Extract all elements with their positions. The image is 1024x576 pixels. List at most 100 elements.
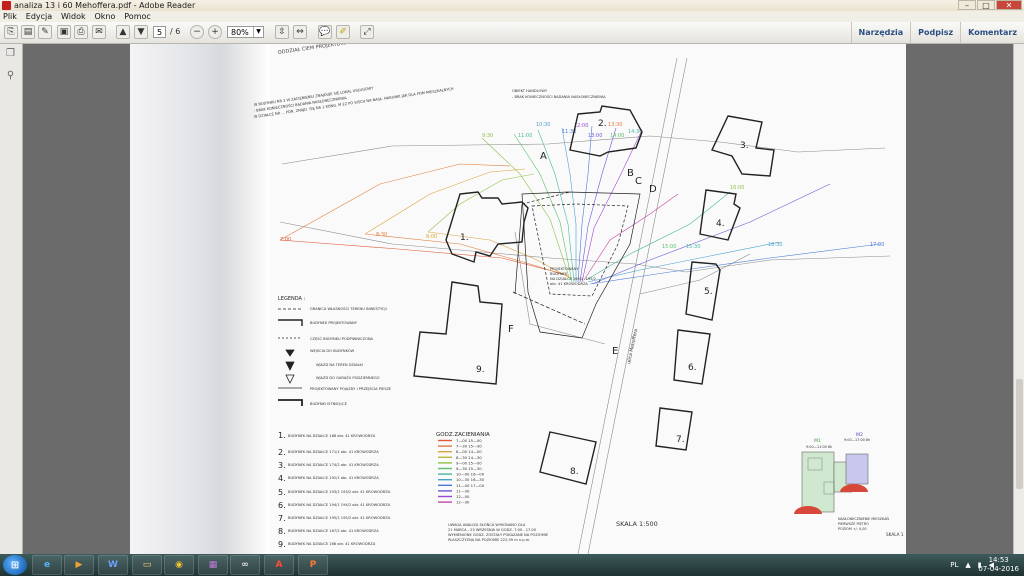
building-number: 2. — [598, 119, 607, 129]
time-label: 9:30 — [482, 133, 493, 139]
building-list-item: BUDYNEK NA DZIAŁCE 167/2 obr. 41 KROWODR… — [288, 529, 379, 533]
building-number: 4. — [716, 219, 725, 229]
taskbar-app-share[interactable]: ∞ — [230, 555, 260, 575]
building-number: 5. — [704, 287, 713, 297]
building-list-item: BUDYNEK NA DZIAŁCE 195/1 195/2 obr. 41 K… — [288, 516, 391, 520]
shade-row-text: 10—30 16—30 — [456, 477, 485, 482]
menu-widok[interactable]: Widok — [58, 11, 89, 22]
taskbar-app-chrome[interactable]: ◉ — [164, 555, 194, 575]
svg-text:7.: 7. — [278, 514, 286, 523]
shade-row-text: 10—00 16—00 — [456, 472, 485, 477]
time-label: 15:30 — [686, 244, 700, 250]
point-label: A — [540, 151, 547, 162]
shade-row-text: 7—00 15—00 — [456, 438, 482, 443]
zoom-in-icon[interactable]: + — [208, 25, 222, 39]
site-plan-drawing: ODDZIAŁ CIEM PROJEKTOWANEGO BUDYNKU W BU… — [253, 44, 904, 554]
project-label: PROJEKTOWANY — [550, 267, 579, 271]
legend-item: CZĘŚĆ BUDYNKU PODPIWNICZONA — [310, 336, 374, 341]
page-down-icon[interactable]: ▼ — [134, 25, 148, 39]
comment-link[interactable]: Komentarz — [960, 22, 1024, 43]
save-icon[interactable]: ▣ — [57, 25, 71, 39]
page-number-input[interactable]: 5 — [153, 26, 166, 38]
inset-floor-plan — [794, 451, 869, 514]
edit-icon[interactable]: ✎ — [38, 25, 52, 39]
fit-page-icon[interactable]: ⇳ — [275, 25, 289, 39]
close-button[interactable]: ✕ — [996, 0, 1022, 10]
chevron-down-icon[interactable]: ▼ — [253, 27, 263, 37]
shade-row-text: 9—00 15—00 — [456, 460, 482, 465]
pages-icon[interactable]: ❐ — [5, 48, 16, 59]
building-list-item: BUDYNEK NA DZIAŁCE 193/1 193/2 obr. 41 K… — [288, 490, 391, 494]
analysis-note: WYMIENIONE GODZ. ZOSTAŁY POKAZANE NA POZ… — [448, 533, 549, 537]
sign-link[interactable]: Podpisz — [910, 22, 960, 43]
taskbar-app-media[interactable]: ▶ — [64, 555, 94, 575]
right-panels: Narzędzia Podpisz Komentarz — [850, 22, 1024, 43]
scale-label: SKALA 1:500 — [616, 520, 658, 528]
taskbar-app-ppt[interactable]: P — [298, 555, 328, 575]
point-label: F — [508, 324, 514, 335]
shade-row-text: 8—30 14—30 — [456, 455, 482, 460]
point-label: E — [612, 346, 618, 357]
time-label: 16:30 — [768, 242, 782, 248]
time-label: 10:30 — [536, 122, 550, 128]
time-label: 7:00 — [280, 237, 291, 243]
toolbar: ⎘ ▤ ✎ ▣ ⎙ ✉ ▲ ▼ 5 / 6 − + 80% ▼ ⇳ ⇔ 💬 ✐ ⤢… — [0, 22, 1024, 44]
menu-pomoc[interactable]: Pomoc — [121, 11, 154, 22]
vertical-scrollbar[interactable] — [1013, 44, 1024, 554]
clock-time: 14:53 — [988, 556, 1009, 564]
taskbar-app-folder[interactable]: ▭ — [132, 555, 162, 575]
shade-table: 7—00 15—007—30 15—308—00 14—008—30 14—30… — [438, 438, 485, 505]
svg-text:1.: 1. — [278, 431, 286, 440]
comment-icon[interactable]: 💬 — [318, 25, 332, 39]
menu-okno[interactable]: Okno — [91, 11, 118, 22]
projected-building — [512, 191, 641, 339]
menu-edycja[interactable]: Edycja — [23, 11, 55, 22]
shade-row-text: 12—00 — [456, 494, 470, 499]
menu-plik[interactable]: Plik — [0, 11, 20, 22]
minimize-button[interactable]: – — [958, 0, 976, 10]
maximize-button[interactable]: □ — [977, 0, 995, 10]
open-file-icon[interactable]: ▤ — [21, 25, 35, 39]
point-label: D — [649, 184, 657, 195]
clock-date: 07-04-2016 — [978, 565, 1019, 573]
expand-icon[interactable]: ⤢ — [360, 25, 374, 39]
zoom-level-select[interactable]: 80% ▼ — [227, 26, 264, 38]
taskbar: ⊞ e ▶ W ▭ ◉ ▦ ∞ A P PL ▲ ▮ ◀ 14:53 07-04… — [0, 554, 1024, 576]
taskbar-app-winrar[interactable]: ▦ — [198, 555, 228, 575]
inset-note: POZIOM +/- 0,00 — [838, 527, 867, 531]
taskbar-app-ie[interactable]: e — [32, 555, 62, 575]
building-number: 9. — [476, 365, 485, 375]
start-button[interactable]: ⊞ — [3, 555, 27, 575]
time-label: 14:00 — [610, 133, 624, 139]
time-label: 16:00 — [730, 185, 744, 191]
svg-text:8.: 8. — [278, 527, 286, 536]
page-count: / 6 — [170, 27, 181, 36]
window-controls: – □ ✕ — [958, 0, 1022, 10]
svg-text:3.: 3. — [278, 461, 286, 470]
building-list-item: BUDYNEK NA DZIAŁCE 194/1 194/2 obr. 41 K… — [288, 503, 391, 507]
email-icon[interactable]: ✉ — [92, 25, 106, 39]
building-number: 7. — [676, 435, 685, 445]
svg-text:6.: 6. — [278, 501, 286, 510]
note-top-1: OBIEKT HANDLOWY — [512, 89, 548, 93]
taskbar-app-word[interactable]: W — [98, 555, 128, 575]
print-icon[interactable]: ⎙ — [74, 25, 88, 39]
tools-link[interactable]: Narzędzia — [850, 22, 911, 43]
zoom-out-icon[interactable]: − — [190, 25, 204, 39]
svg-text:2.: 2. — [278, 448, 286, 457]
language-indicator[interactable]: PL — [950, 561, 958, 569]
highlight-icon[interactable]: ✐ — [336, 25, 350, 39]
page-up-icon[interactable]: ▲ — [116, 25, 130, 39]
attachment-icon[interactable]: ⚲ — [5, 70, 16, 81]
create-pdf-icon[interactable]: ⎘ — [4, 25, 18, 39]
existing-buildings — [413, 105, 775, 485]
building-number: 1. — [460, 233, 469, 243]
fit-width-icon[interactable]: ⇔ — [293, 25, 307, 39]
shade-row-text: 9—30 15—30 — [456, 466, 482, 471]
shade-row-text: 8—00 14—00 — [456, 449, 482, 454]
svg-text:5.: 5. — [278, 488, 286, 497]
taskbar-app-acrobat[interactable]: A — [264, 555, 294, 575]
tray-expand-icon[interactable]: ▲ — [965, 561, 970, 569]
scrollbar-thumb[interactable] — [1016, 379, 1023, 489]
clock[interactable]: 14:53 07-04-2016 — [978, 556, 1019, 574]
